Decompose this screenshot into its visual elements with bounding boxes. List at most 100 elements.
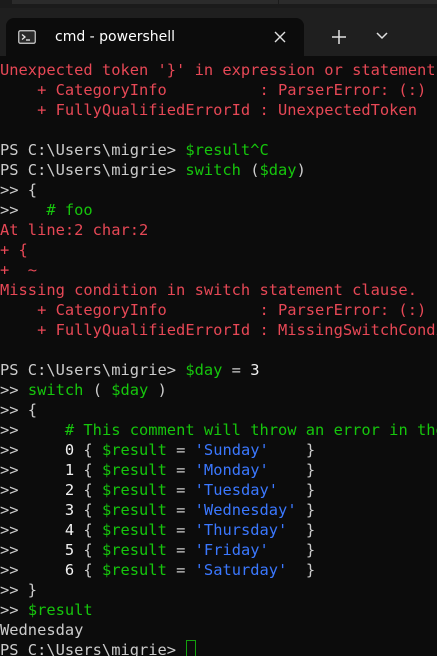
terminal-text: >> bbox=[0, 521, 65, 539]
terminal-text: 'Sunday' bbox=[194, 441, 269, 459]
terminal-line: PS C:\Users\migrie> switch ($day) bbox=[0, 160, 437, 180]
terminal-line: Unexpected token '}' in expression or st… bbox=[0, 60, 437, 80]
terminal-text: # foo bbox=[46, 201, 93, 219]
plus-icon[interactable] bbox=[328, 26, 350, 48]
terminal-text: # This comment will throw an error in th… bbox=[64, 421, 437, 439]
terminal-text: >> { bbox=[0, 401, 38, 419]
chevron-down-icon[interactable] bbox=[373, 29, 391, 43]
terminal-text: Wednesday bbox=[0, 621, 84, 639]
terminal-text: >> bbox=[0, 561, 65, 579]
terminal-text: 'Tuesday' bbox=[194, 481, 279, 499]
terminal-text: $day bbox=[185, 361, 223, 379]
terminal-text: 'Thursday' bbox=[194, 521, 288, 539]
terminal-text: 'Saturday' bbox=[194, 561, 288, 579]
terminal-line: >> 1 { $result = 'Monday' } bbox=[0, 460, 437, 480]
terminal-line: + CategoryInfo : ParserError: (:) [], Pa… bbox=[0, 300, 437, 320]
terminal-text: $result bbox=[101, 521, 167, 539]
terminal-text: { bbox=[74, 441, 102, 459]
terminal-text: } bbox=[278, 481, 316, 499]
terminal-text: >> bbox=[0, 501, 65, 519]
terminal-line: >> # This comment will throw an error in… bbox=[0, 420, 437, 440]
terminal-text: 1 bbox=[64, 461, 75, 479]
terminal-text: 'Friday' bbox=[194, 541, 269, 559]
terminal-text: $result bbox=[101, 441, 167, 459]
terminal-line: >> { bbox=[0, 180, 437, 200]
terminal-text: >> bbox=[0, 421, 65, 439]
terminal-text: 'Wednesday' bbox=[194, 501, 297, 519]
terminal-text: } bbox=[287, 521, 316, 539]
terminal-text: >> bbox=[0, 481, 65, 499]
terminal-text: + CategoryInfo : ParserError: (:) [], Pa… bbox=[37, 301, 437, 319]
terminal-text: ) bbox=[296, 161, 306, 179]
terminal-text: = bbox=[166, 441, 195, 459]
terminal-text: >> { bbox=[0, 181, 38, 199]
terminal-text: = bbox=[166, 501, 195, 519]
close-icon[interactable] bbox=[272, 29, 288, 45]
terminal-text: } bbox=[268, 461, 316, 479]
terminal-line: >> } bbox=[0, 580, 437, 600]
terminal-text: ( bbox=[240, 161, 260, 179]
terminal-line: >> 6 { $result = 'Saturday' } bbox=[0, 560, 437, 580]
tab-powershell[interactable]: cmd - powershell bbox=[6, 18, 304, 56]
terminal-text: + FullyQualifiedErrorId : MissingSwitchC… bbox=[37, 321, 437, 339]
terminal-text: ^C bbox=[250, 141, 269, 159]
terminal-text: >> bbox=[0, 541, 65, 559]
terminal-text: At line:2 char:2 bbox=[0, 221, 149, 239]
terminal-line: >> $result bbox=[0, 600, 437, 620]
terminal-text: = bbox=[166, 461, 195, 479]
terminal-line: >> switch ( $day ) bbox=[0, 380, 437, 400]
terminal-text: = bbox=[166, 481, 195, 499]
terminal-text: switch bbox=[27, 381, 84, 399]
terminal-text: { bbox=[74, 481, 102, 499]
terminal-text: } bbox=[296, 501, 316, 519]
terminal-text: PS C:\Users\migrie> bbox=[0, 141, 186, 159]
terminal-line: >> { bbox=[0, 400, 437, 420]
terminal-line: Missing condition in switch statement cl… bbox=[0, 280, 437, 300]
terminal-text: $result bbox=[101, 461, 167, 479]
tab-title: cmd - powershell bbox=[55, 29, 176, 45]
window-edge-right bbox=[279, 0, 437, 4]
terminal-line: >> 5 { $result = 'Friday' } bbox=[0, 540, 437, 560]
terminal-text: Missing condition in switch statement cl… bbox=[0, 281, 417, 299]
terminal-text: { bbox=[74, 541, 102, 559]
terminal-text: + FullyQualifiedErrorId : UnexpectedToke… bbox=[0, 101, 417, 119]
terminal-text: PS C:\Users\migrie> bbox=[0, 641, 186, 656]
terminal-text: >> bbox=[0, 461, 65, 479]
text-cursor bbox=[186, 640, 197, 656]
terminal-text: + { bbox=[0, 241, 28, 259]
terminal-text: 5 bbox=[64, 541, 75, 559]
terminal-line: + ~ bbox=[0, 260, 437, 280]
terminal-text: $result bbox=[185, 141, 251, 159]
terminal-text: 'Monday' bbox=[194, 461, 269, 479]
terminal-text: { bbox=[74, 561, 102, 579]
terminal-text: ) bbox=[148, 381, 167, 399]
terminal-output[interactable]: Unexpected token '}' in expression or st… bbox=[0, 60, 437, 656]
terminal-text: ( bbox=[83, 381, 112, 399]
terminal-text: = bbox=[166, 521, 195, 539]
terminal-line: Wednesday bbox=[0, 620, 437, 640]
terminal-line: + { bbox=[0, 240, 437, 260]
terminal-line: >> 0 { $result = 'Sunday' } bbox=[0, 440, 437, 460]
terminal-text: { bbox=[74, 461, 102, 479]
terminal-text: $result bbox=[101, 501, 167, 519]
terminal-text: $result bbox=[27, 601, 93, 619]
terminal-line: >> 4 { $result = 'Thursday' } bbox=[0, 520, 437, 540]
terminal-text: = bbox=[166, 541, 195, 559]
terminal-text: 0 bbox=[64, 441, 75, 459]
terminal-line: + FullyQualifiedErrorId : MissingSwitchC… bbox=[0, 320, 437, 340]
terminal-text: { bbox=[74, 521, 102, 539]
terminal-icon bbox=[18, 30, 36, 44]
terminal-line: PS C:\Users\migrie> $day = 3 bbox=[0, 360, 437, 380]
terminal-text: 4 bbox=[64, 521, 75, 539]
terminal-text: >> bbox=[0, 441, 65, 459]
terminal-text: 2 bbox=[64, 481, 75, 499]
terminal-text: { bbox=[74, 501, 102, 519]
terminal-line: >> # foo bbox=[0, 200, 437, 220]
terminal-text: 3 bbox=[64, 501, 75, 519]
terminal-text: >> } bbox=[0, 581, 38, 599]
terminal-text: Unexpected token '}' in expression or st… bbox=[0, 61, 437, 79]
terminal-line: + CategoryInfo : ParserError: (:) [], Pa… bbox=[0, 80, 437, 100]
terminal-text: switch bbox=[185, 161, 241, 179]
